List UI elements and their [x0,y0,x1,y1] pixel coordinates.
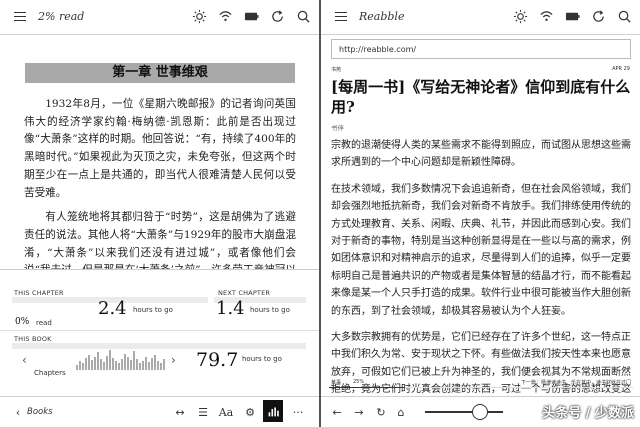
chapter-bar [127,356,129,370]
footer-progress-percent: 25% [353,379,365,385]
wifi-icon[interactable] [538,8,554,24]
stats-divider [0,330,319,331]
right-reader-pane: Reabble http://reabble.com/ 书苑 APR 29 [每… [321,0,640,427]
next-hours-unit: hours to go [250,306,290,314]
footer-note: 某事 [331,380,342,386]
chapter-bar [85,357,87,370]
chapter-bar [118,363,120,370]
menu-icon[interactable] [14,12,26,21]
next-chapter-label: NEXT CHAPTER [218,289,271,297]
chapter-bar [133,351,135,370]
top-bar: Reabble [321,0,640,35]
article-author: 书伴 [331,124,344,132]
app-title: Reabble [359,10,405,23]
chapter-bar [115,361,117,370]
read-percent: 0% [15,317,30,327]
chapter-bar [103,362,105,370]
more-icon[interactable]: ··· [290,404,306,420]
bottom-toolbar: ← → ↻ ⌂ 头条号 / 少数派 [321,396,640,427]
forward-arrow-icon[interactable]: → [351,404,367,420]
sync-icon[interactable] [269,8,285,24]
toc-list-icon[interactable]: ☰ [195,404,211,420]
zoom-slider-track[interactable] [425,411,503,413]
book-paragraph: 1932年8月，一位《星期六晚邮报》的记者询问英国伟大的经济学家约翰·梅纳德·凯… [24,98,296,199]
zoom-slider-thumb[interactable] [472,404,488,420]
reading-progress-bar [329,387,633,388]
article-paragraph: 宗教的退潮使得人类的某些需求不能得到照应，而试图从思想这些需求所遇到的一个中心问… [331,140,631,169]
chapter-bar [88,354,90,370]
sync-icon[interactable] [590,8,606,24]
chapter-bar [112,357,114,370]
chapter-bar [100,359,102,370]
reading-stats-panel: THIS CHAPTER NEXT CHAPTER 2.4 hours to g… [0,269,319,396]
brightness-icon[interactable] [191,8,207,24]
chapter-heading: 第一章 世事维艰 [25,63,295,83]
this-book-label: THIS BOOK [14,335,52,343]
menu-icon[interactable] [335,12,347,21]
battery-icon [243,8,259,24]
chapter-bar [151,357,153,370]
book-hours-unit: hours to go [242,355,282,363]
chapter-bars [76,348,166,370]
chapter-bar [163,359,165,370]
search-icon[interactable] [616,8,632,24]
reload-icon[interactable]: ↻ [373,404,389,420]
chapter-bar [148,362,150,370]
source-label: 书苑 [331,67,342,73]
reading-progress-title: 2% read [38,10,85,23]
toolbar-icons [191,8,311,24]
chapter-hours-value: 2.4 [98,298,127,319]
settings-gear-icon[interactable]: ⚙ [242,404,258,420]
chapter-bar [109,350,111,370]
chapter-bar [130,360,132,370]
this-chapter-label: THIS CHAPTER [14,289,64,297]
chapter-bar [97,352,99,370]
chapter-bar [82,363,84,370]
chapter-bar [124,353,126,370]
chapter-bar [106,355,108,370]
chevron-left-icon[interactable]: ‹ [22,353,27,367]
reading-progress-fill [329,387,405,388]
chevron-right-icon[interactable]: › [171,353,176,367]
chapter-bar [139,363,141,370]
chapter-bar [91,360,93,370]
chapter-bar [154,354,156,370]
watermark-text: 头条号 / 少数派 [542,406,634,421]
date-label: APR 29 [612,66,630,72]
chapter-bar [121,359,123,370]
stats-chart-icon[interactable] [263,400,283,422]
wifi-icon[interactable] [217,8,233,24]
article-title: [每周一书]《写给无神论者》信仰到底有什么用? [331,78,631,116]
toolbar-icons [512,8,632,24]
page-footer: 某事 25% 下一篇：杨津读读书。乐在其中，读书财就在过门 [331,379,631,386]
chapter-bar [142,361,144,370]
font-settings-button[interactable]: Aa [218,404,234,420]
read-label: read [36,319,52,327]
back-arrow-icon[interactable]: ← [329,404,345,420]
chapter-bar [76,364,78,370]
chapter-bar [160,363,162,370]
left-reader-pane: 2% read 第一章 世事维艰 1932年8月，一位《星期六晚邮报》的记者询问… [0,0,319,427]
battery-icon [564,8,580,24]
footer-next-link[interactable]: 下一篇：杨津读读书。乐在其中，读书财就在过门 [521,379,631,386]
top-bar: 2% read [0,0,319,35]
article-paragraph: 在技术领域，我们多数情况下会追追新奇，但在社会风俗领域，我们却会强烈地抵抗新奇，… [331,183,631,317]
book-hours-value: 79.7 [196,349,239,371]
next-hours-value: 1.4 [216,298,245,319]
url-input[interactable]: http://reabble.com/ [331,39,631,59]
chapter-bar [79,361,81,370]
chapter-bar [145,356,147,370]
page-turn-icon[interactable]: ↔ [172,404,188,420]
books-back-link[interactable]: Books [27,407,53,417]
chapter-bar [94,356,96,370]
chapter-hours-unit: hours to go [133,306,173,314]
back-chevron-icon[interactable]: ‹ [10,404,26,420]
bottom-toolbar: ‹ Books ↔ ☰ Aa ⚙ ··· [0,396,319,427]
home-icon[interactable]: ⌂ [393,404,409,420]
brightness-icon[interactable] [512,8,528,24]
chapter-bar [157,361,159,370]
chapter-bar [136,359,138,370]
search-icon[interactable] [295,8,311,24]
chapters-label: Chapters [34,369,66,377]
